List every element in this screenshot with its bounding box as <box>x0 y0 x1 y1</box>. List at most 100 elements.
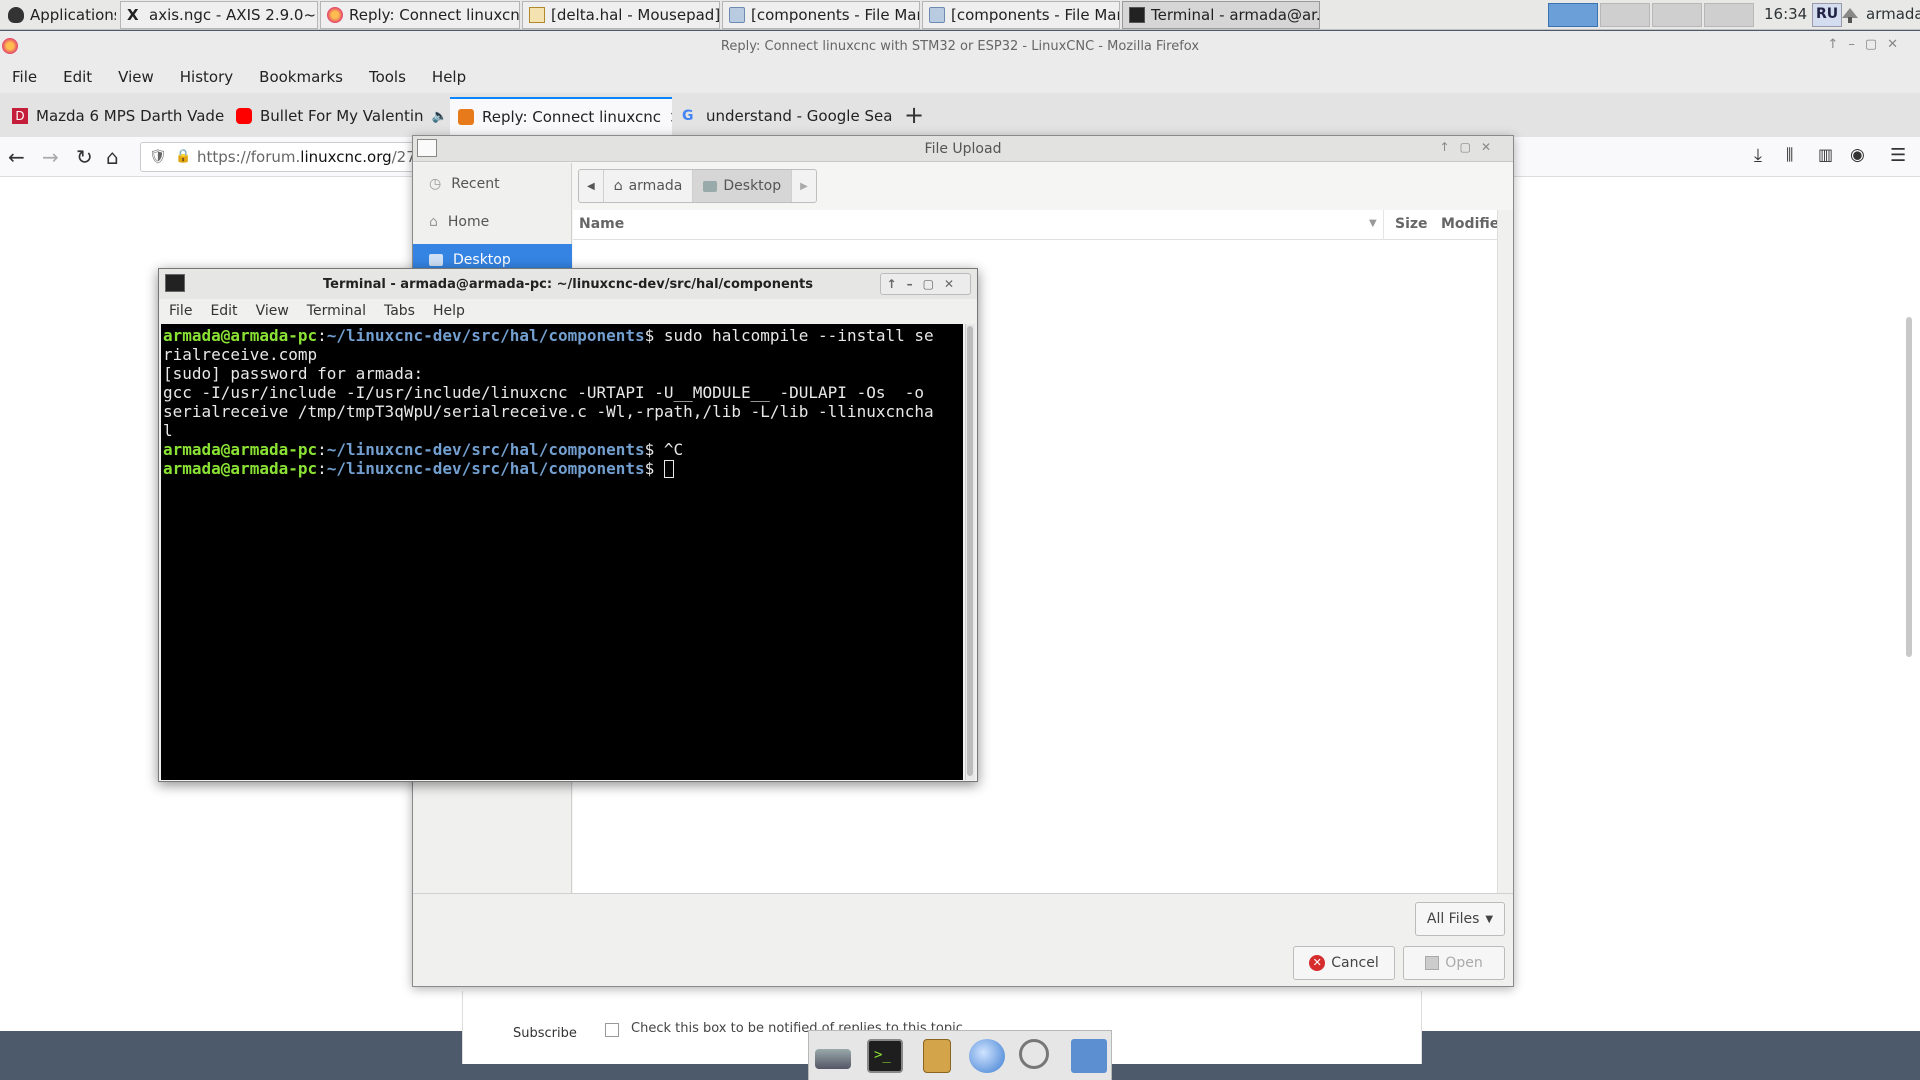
menu-help[interactable]: Help <box>432 68 466 86</box>
crumb-desktop[interactable]: Desktop <box>693 170 793 202</box>
close-icon[interactable]: ✕ <box>669 108 672 127</box>
crumb-label: armada <box>628 178 683 194</box>
task-terminal[interactable]: Terminal - armada@ar... <box>1122 1 1320 29</box>
file-list-scrollbar[interactable] <box>1497 210 1513 893</box>
place-recent[interactable]: ◷ Recent <box>413 168 572 200</box>
place-home[interactable]: ⌂ Home <box>413 206 572 238</box>
home-icon[interactable]: ⌂ <box>106 145 119 169</box>
window-controls[interactable]: ↑–▢✕ <box>1827 37 1908 52</box>
downloads-icon[interactable]: ⤓ <box>1754 145 1762 166</box>
forward-icon[interactable]: → <box>42 145 59 169</box>
cancel-button[interactable]: ✕ Cancel <box>1293 946 1395 980</box>
account-icon[interactable]: ◉ <box>1850 145 1865 165</box>
place-label: Recent <box>451 176 500 192</box>
tab-linuxcnc[interactable]: Reply: Connect linuxcnc ✕ <box>450 97 672 135</box>
command-text: $ <box>644 459 664 478</box>
open-button[interactable]: Open <box>1403 946 1505 980</box>
menu-view[interactable]: View <box>118 68 154 86</box>
menu-tools[interactable]: Tools <box>369 68 406 86</box>
cancel-label: Cancel <box>1331 955 1379 971</box>
terminal-launcher-icon[interactable]: >_ <box>867 1039 903 1073</box>
search-launcher-icon[interactable] <box>1019 1039 1049 1069</box>
tab-label: Mazda 6 MPS Darth Vade <box>36 107 225 125</box>
folder-launcher-icon[interactable] <box>1071 1039 1107 1073</box>
workspace-3[interactable] <box>1652 3 1702 27</box>
terminal-titlebar: Terminal - armada@armada-pc: ~/linuxcnc-… <box>159 269 977 299</box>
page-scrollbar[interactable] <box>1906 317 1912 657</box>
menu-file[interactable]: File <box>12 68 37 86</box>
tab-google[interactable]: G understand - Google Sea ✕ <box>674 97 896 135</box>
back-icon[interactable]: ← <box>8 145 25 169</box>
column-name[interactable]: Name <box>579 216 624 232</box>
prompt-path: ~/linuxcnc-dev/src/hal/components <box>326 440 645 459</box>
term-menu-terminal[interactable]: Terminal <box>307 303 366 319</box>
menu-history[interactable]: History <box>180 68 233 86</box>
keyboard-layout[interactable]: RU <box>1812 3 1843 27</box>
workspace-2[interactable] <box>1600 3 1650 27</box>
menu-bookmarks[interactable]: Bookmarks <box>259 68 343 86</box>
task-file-manager-1[interactable]: [components - File Man... <box>722 1 920 29</box>
x-icon: X <box>127 6 139 24</box>
terminal-screen[interactable]: armada@armada-pc:~/linuxcnc-dev/src/hal/… <box>161 324 963 780</box>
network-icon[interactable] <box>1840 6 1860 24</box>
term-menu-file[interactable]: File <box>169 303 192 319</box>
web-browser-launcher-icon[interactable] <box>969 1039 1005 1073</box>
crumb-armada[interactable]: ⌂ armada <box>604 170 694 202</box>
task-label: [delta.hal - Mousepad] <box>551 6 720 24</box>
firefox-menubar: File Edit View History Bookmarks Tools H… <box>0 61 1920 93</box>
shield-icon[interactable]: 🛡 <box>149 143 167 171</box>
user-menu[interactable]: armada <box>1866 5 1920 23</box>
youtube-icon <box>236 108 252 124</box>
crumb-left-arrow[interactable]: ◀ <box>579 170 604 202</box>
tab-mazda[interactable]: D Mazda 6 MPS Darth Vade ✕ <box>4 97 226 135</box>
show-desktop-icon[interactable] <box>815 1049 851 1069</box>
term-menu-tabs[interactable]: Tabs <box>384 303 415 319</box>
workspace-1[interactable] <box>1548 3 1598 27</box>
crumb-label: Desktop <box>723 178 782 194</box>
menu-edit[interactable]: Edit <box>63 68 92 86</box>
subscribe-label: Subscribe <box>513 1026 577 1041</box>
window-controls[interactable]: ↑▢✕ <box>1440 140 1501 154</box>
term-menu-view[interactable]: View <box>256 303 289 319</box>
subscribe-checkbox[interactable] <box>605 1023 619 1037</box>
applications-menu[interactable]: Applications <box>2 1 116 29</box>
clock[interactable]: 16:34 <box>1764 5 1807 23</box>
task-file-manager-2[interactable]: [components - File Man... <box>922 1 1120 29</box>
terminal-line: [sudo] password for armada: <box>163 364 424 383</box>
window-controls[interactable]: ↑–▢✕ <box>879 273 971 295</box>
sidebar-icon[interactable]: ▥ <box>1818 145 1833 164</box>
new-tab-icon[interactable]: + <box>904 101 924 129</box>
speaker-icon[interactable]: 🔈 <box>432 109 448 124</box>
prompt-glyph: >_ <box>874 1047 891 1063</box>
terminal-icon <box>165 274 185 292</box>
column-modified[interactable]: Modifie <box>1441 216 1499 232</box>
term-menu-help[interactable]: Help <box>433 303 465 319</box>
tab-youtube[interactable]: Bullet For My Valentin 🔈 ✕ <box>228 97 448 135</box>
tab-strip: D Mazda 6 MPS Darth Vade ✕ Bullet For My… <box>0 93 1920 137</box>
lock-icon[interactable]: 🔒 <box>175 143 191 171</box>
task-firefox[interactable]: Reply: Connect linuxcnc ... <box>320 1 520 29</box>
task-mousepad[interactable]: [delta.hal - Mousepad] <box>522 1 720 29</box>
open-icon <box>1425 956 1440 970</box>
scrollbar-thumb[interactable] <box>967 326 973 776</box>
place-label: Desktop <box>453 252 511 268</box>
applications-label: Applications <box>30 6 116 24</box>
file-manager-launcher-icon[interactable] <box>923 1039 951 1073</box>
task-axis[interactable]: X axis.ngc - AXIS 2.9.0~p... <box>120 1 318 29</box>
text-editor-icon <box>529 7 545 23</box>
column-size[interactable]: Size <box>1395 216 1428 232</box>
reload-icon[interactable]: ↻ <box>76 145 93 169</box>
terminal-scrollbar[interactable] <box>965 324 975 780</box>
library-icon[interactable]: ⫼ <box>1786 145 1793 165</box>
url-prefix: https://forum. <box>197 148 301 166</box>
xfce-mouse-icon <box>8 7 24 23</box>
file-filter-select[interactable]: All Files ▼ <box>1415 902 1505 936</box>
crumb-right-arrow[interactable]: ▶ <box>792 170 816 202</box>
hamburger-menu-icon[interactable]: ☰ <box>1890 145 1906 166</box>
term-menu-edit[interactable]: Edit <box>210 303 237 319</box>
sort-arrow-icon[interactable]: ▼ <box>1369 218 1377 229</box>
workspace-4[interactable] <box>1704 3 1754 27</box>
command-text: $ sudo halcompile --install se <box>644 326 934 345</box>
terminal-line: gcc -I/usr/include -I/usr/include/linuxc… <box>163 383 924 402</box>
filter-label: All Files <box>1426 911 1480 927</box>
